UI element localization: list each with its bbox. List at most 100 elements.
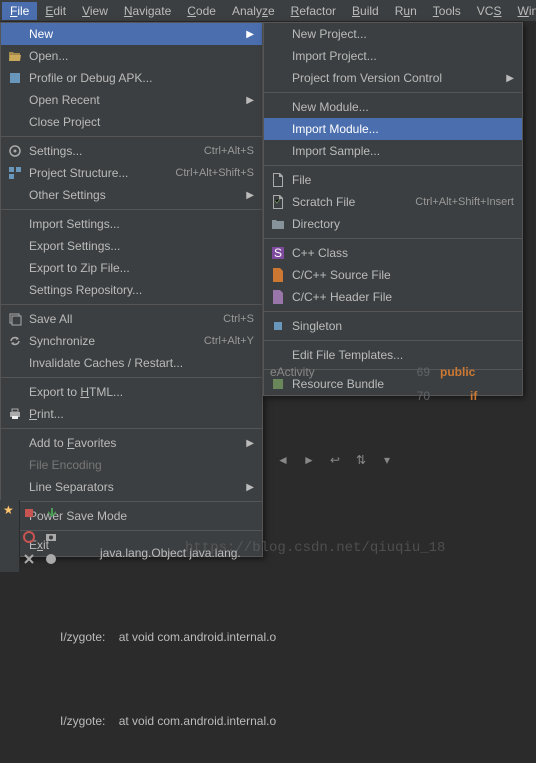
new-c-header[interactable]: C/C++ Header File (264, 286, 522, 308)
blank-icon (270, 48, 286, 64)
import-sample[interactable]: Import Sample... (264, 140, 522, 162)
separator (1, 304, 262, 305)
separator (1, 428, 262, 429)
file-import-settings[interactable]: Import Settings... (1, 213, 262, 235)
separator (1, 377, 262, 378)
file-invalidate[interactable]: Invalidate Caches / Restart... (1, 352, 262, 374)
file-project-structure-label: Project Structure... (29, 166, 155, 180)
project-from-vcs[interactable]: Project from Version Control▶ (264, 67, 522, 89)
file-open-recent[interactable]: Open Recent ▶ (1, 89, 262, 111)
file-close-project[interactable]: Close Project (1, 111, 262, 133)
debug-icon[interactable] (44, 552, 58, 566)
blank-icon (7, 479, 23, 495)
new-file[interactable]: File (264, 169, 522, 191)
label: File Encoding (29, 458, 254, 472)
restart-icon[interactable] (22, 530, 36, 544)
new-directory[interactable]: Directory (264, 213, 522, 235)
file-other-settings[interactable]: Other Settings ▶ (1, 184, 262, 206)
file-encoding: File Encoding (1, 454, 262, 476)
file-open[interactable]: Open... (1, 45, 262, 67)
scroll-icon[interactable]: ⇅ (353, 452, 369, 468)
shortcut: Ctrl+Alt+Shift+Insert (415, 196, 514, 208)
new-singleton[interactable]: Singleton (264, 315, 522, 337)
menu-tools[interactable]: Tools (425, 2, 469, 20)
camera-icon[interactable] (44, 530, 58, 544)
shortcut: Ctrl+Alt+Y (204, 335, 254, 347)
save-all-icon (7, 311, 23, 327)
menu-view[interactable]: View (74, 2, 116, 20)
menu-window[interactable]: Window (509, 2, 536, 20)
file-settings-repo[interactable]: Settings Repository... (1, 279, 262, 301)
new-cpp-class[interactable]: S C++ Class (264, 242, 522, 264)
file-print[interactable]: Print... (1, 403, 262, 425)
label: Export to Zip File... (29, 261, 254, 275)
cpp-class-icon: S (270, 245, 286, 261)
new-module[interactable]: New Module... (264, 96, 522, 118)
label: Directory (292, 217, 514, 231)
submenu-arrow-icon: ▶ (246, 29, 254, 40)
separator (264, 238, 522, 239)
keyword: if (470, 389, 477, 403)
blank-icon (7, 187, 23, 203)
kill-icon[interactable] (22, 552, 36, 566)
label: Import Settings... (29, 217, 254, 231)
c-header-icon (270, 289, 286, 305)
run-tool-icons-row3 (22, 552, 58, 566)
watermark-text: https://blog.csdn.net/qiuqiu_18 (185, 540, 445, 556)
import-project[interactable]: Import Project... (264, 45, 522, 67)
filter-icon[interactable]: ▾ (379, 452, 395, 468)
keyword: public (440, 365, 475, 379)
blank-icon (270, 99, 286, 115)
submenu-arrow-icon: ▶ (506, 73, 514, 84)
file-settings-label: Settings... (29, 144, 184, 158)
menu-file[interactable]: File (2, 2, 37, 20)
label: Add to Favorites (29, 436, 246, 450)
file-project-structure[interactable]: Project Structure... Ctrl+Alt+Shift+S (1, 162, 262, 184)
label: Invalidate Caches / Restart... (29, 356, 254, 370)
import-module[interactable]: Import Module... (264, 118, 522, 140)
gear-icon (7, 143, 23, 159)
editor-toolbar: ◄ ► ↩ ⇅ ▾ (275, 452, 395, 468)
file-export-zip[interactable]: Export to Zip File... (1, 257, 262, 279)
file-export-html[interactable]: Export to HTML... (1, 381, 262, 403)
blank-icon (270, 121, 286, 137)
label: Synchronize (29, 334, 184, 348)
menu-code[interactable]: Code (179, 2, 224, 20)
line-number: 69 (390, 360, 430, 384)
file-add-favorites[interactable]: Add to Favorites▶ (1, 432, 262, 454)
wrap-icon[interactable]: ↩ (327, 452, 343, 468)
label: New Project... (292, 27, 514, 41)
stop-icon[interactable] (22, 506, 36, 520)
back-icon[interactable]: ◄ (275, 452, 291, 468)
menu-vcs[interactable]: VCS (469, 2, 510, 20)
file-other-settings-label: Other Settings (29, 188, 246, 202)
file-close-project-label: Close Project (29, 115, 254, 129)
blank-icon (270, 70, 286, 86)
blank-icon (270, 26, 286, 42)
file-icon (270, 172, 286, 188)
file-save-all[interactable]: Save All Ctrl+S (1, 308, 262, 330)
menu-build[interactable]: Build (344, 2, 387, 20)
file-new[interactable]: New ▶ (1, 23, 262, 45)
file-export-settings[interactable]: Export Settings... (1, 235, 262, 257)
menu-navigate[interactable]: Navigate (116, 2, 179, 20)
separator (264, 165, 522, 166)
download-icon[interactable] (44, 506, 58, 520)
menu-run[interactable]: Run (387, 2, 425, 20)
new-project[interactable]: New Project... (264, 23, 522, 45)
file-settings[interactable]: Settings... Ctrl+Alt+S (1, 140, 262, 162)
menu-analyze[interactable]: Analyze (224, 2, 283, 20)
menu-edit[interactable]: Edit (37, 2, 74, 20)
blank-icon (7, 355, 23, 371)
new-c-source[interactable]: C/C++ Source File (264, 264, 522, 286)
file-profile-apk[interactable]: Profile or Debug APK... (1, 67, 262, 89)
singleton-icon (270, 318, 286, 334)
label: Singleton (292, 319, 514, 333)
file-synchronize[interactable]: Synchronize Ctrl+Alt+Y (1, 330, 262, 352)
structure-icon (7, 165, 23, 181)
menu-refactor[interactable]: Refactor (283, 2, 344, 20)
forward-icon[interactable]: ► (301, 452, 317, 468)
file-dropdown: New ▶ Open... Profile or Debug APK... Op… (0, 22, 263, 557)
new-scratch[interactable]: Scratch File Ctrl+Alt+Shift+Insert (264, 191, 522, 213)
console-line: I/zygote: at void com.android.internal.o (60, 707, 536, 735)
